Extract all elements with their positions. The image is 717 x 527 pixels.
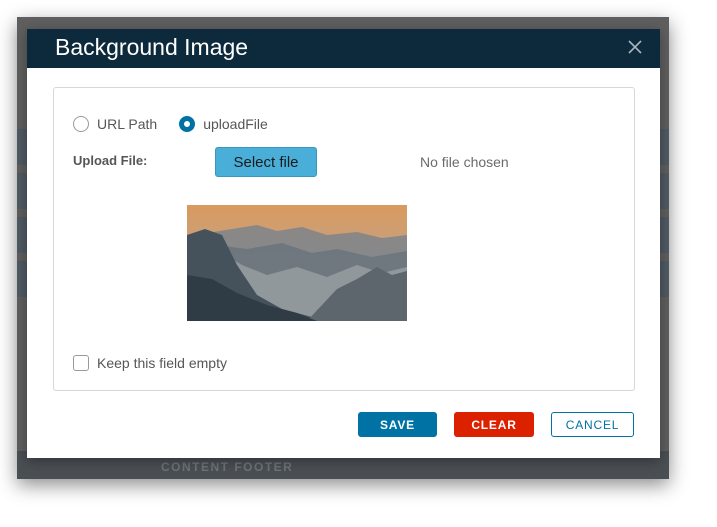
content-footer-label: CONTENT FOOTER — [161, 460, 294, 474]
close-icon[interactable] — [624, 36, 646, 58]
backdrop-row — [659, 129, 669, 165]
backdrop-row — [17, 173, 27, 209]
keep-empty-row: Keep this field empty — [73, 355, 227, 371]
clear-button[interactable]: CLEAR — [454, 412, 534, 437]
modal-body: URL Path uploadFile Upload File: Select … — [53, 87, 635, 391]
keep-empty-label[interactable]: Keep this field empty — [97, 355, 227, 371]
upload-file-label: Upload File: — [73, 153, 148, 168]
backdrop-row — [659, 217, 669, 253]
backdrop-row — [17, 129, 27, 165]
backdrop-row — [659, 261, 669, 297]
keep-empty-checkbox[interactable] — [73, 355, 89, 371]
backdrop-row — [17, 217, 27, 253]
radio-url-path-label[interactable]: URL Path — [97, 116, 157, 132]
file-status: No file chosen — [420, 154, 509, 170]
backdrop-row — [17, 261, 27, 297]
source-radio-group: URL Path uploadFile — [73, 116, 290, 132]
modal-title: Background Image — [55, 34, 249, 60]
radio-upload-file[interactable] — [179, 116, 196, 132]
background-image-modal: Background Image URL Path uploadFile Upl… — [27, 29, 660, 458]
backdrop-row — [659, 173, 669, 209]
save-button[interactable]: SAVE — [358, 412, 437, 437]
radio-upload-file-label[interactable]: uploadFile — [203, 116, 268, 132]
radio-url-path[interactable] — [73, 116, 89, 132]
image-preview — [187, 205, 407, 321]
modal-header: Background Image — [27, 29, 660, 68]
cancel-button[interactable]: CANCEL — [551, 412, 634, 437]
select-file-button[interactable]: Select file — [215, 147, 317, 177]
